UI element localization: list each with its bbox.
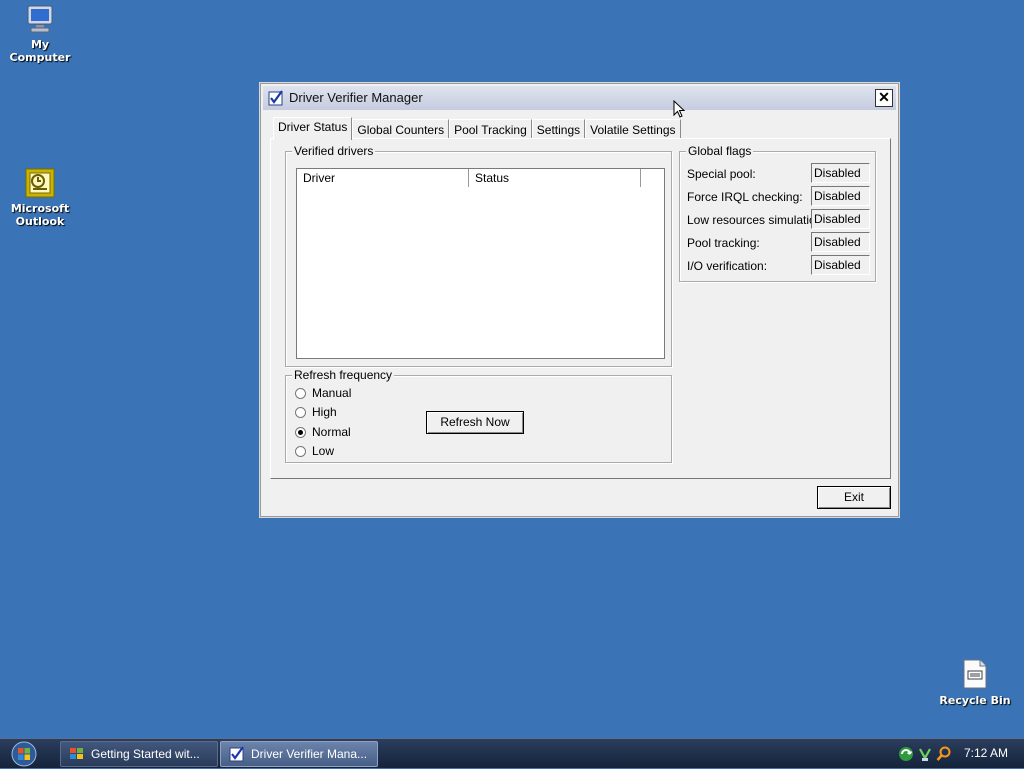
tab-driver-status[interactable]: Driver Status [273, 117, 353, 140]
desktop-icon-label: My Computer [9, 38, 71, 64]
taskbar-button-label: Getting Started wit... [91, 747, 200, 761]
list-header: Driver Status [297, 169, 664, 187]
radio-button-checked[interactable] [295, 426, 306, 438]
taskbar-button-driver-verifier[interactable]: Driver Verifier Mana... [220, 741, 378, 767]
refresh-frequency-group: Refresh frequency Manual High Normal Low… [285, 368, 672, 463]
radio-manual[interactable]: Manual [295, 385, 351, 401]
desktop-icon-my-computer[interactable]: My Computer [0, 4, 80, 64]
taskbar-button-getting-started[interactable]: Getting Started wit... [60, 741, 218, 767]
flag-value-pool-tracking: Disabled [811, 232, 870, 252]
verifier-app-icon [268, 90, 283, 106]
window-titlebar[interactable]: Driver Verifier Manager ✕ [263, 86, 896, 110]
driver-status-panel: Verified drivers Driver Status Refresh f… [270, 138, 891, 479]
radio-low[interactable]: Low [295, 443, 334, 459]
flag-label-special-pool: Special pool: [687, 167, 756, 181]
driver-verifier-window: Driver Verifier Manager ✕ Driver Status … [260, 83, 899, 517]
desktop-icon-label: Microsoft Outlook [10, 202, 70, 228]
start-orb-icon[interactable] [9, 741, 39, 767]
taskbar: Getting Started wit... Driver Verifier M… [0, 738, 1024, 768]
close-button[interactable]: ✕ [875, 89, 893, 107]
mouse-cursor-icon [673, 100, 686, 118]
verifier-app-icon [229, 746, 244, 762]
radio-label: High [312, 405, 337, 419]
column-header-status[interactable]: Status [469, 169, 641, 187]
verified-drivers-list[interactable]: Driver Status [296, 168, 665, 359]
flag-label-force-irql: Force IRQL checking: [687, 190, 803, 204]
tab-strip: Driver Status Global Counters Pool Track… [273, 117, 681, 140]
radio-button[interactable] [295, 387, 306, 399]
flag-value-special-pool: Disabled [811, 163, 870, 183]
refresh-frequency-legend: Refresh frequency [292, 368, 395, 382]
system-tray: 7:12 AM [894, 739, 1024, 769]
flag-value-force-irql: Disabled [811, 186, 870, 206]
flag-label-pool-tracking: Pool tracking: [687, 236, 760, 250]
desktop-icon-label: Recycle Bin [939, 694, 1011, 707]
window-title: Driver Verifier Manager [289, 90, 423, 105]
tab-volatile-settings[interactable]: Volatile Settings [585, 119, 681, 139]
recycle-bin-icon [963, 659, 987, 689]
refresh-now-button[interactable]: Refresh Now [426, 411, 524, 434]
sync-icon[interactable] [898, 746, 914, 762]
column-header-filler [641, 169, 664, 187]
radio-label: Low [312, 444, 335, 458]
windows-flag-icon [70, 748, 83, 759]
radio-label: Manual [312, 386, 352, 400]
global-flags-group: Global flags Special pool: Disabled Forc… [679, 144, 876, 282]
radio-normal[interactable]: Normal [295, 424, 351, 440]
network-icon[interactable] [917, 746, 933, 762]
flag-label-io-verification: I/O verification: [687, 259, 768, 273]
tab-global-counters[interactable]: Global Counters [352, 119, 450, 139]
clock[interactable]: 7:12 AM [964, 746, 1008, 760]
search-icon[interactable] [936, 746, 952, 762]
tab-settings[interactable]: Settings [531, 119, 586, 139]
taskbar-button-label: Driver Verifier Mana... [251, 747, 368, 761]
flag-label-low-resources: Low resources simulation: [687, 213, 826, 227]
outlook-icon [25, 168, 55, 198]
desktop-icon-recycle-bin[interactable]: Recycle Bin [935, 658, 1015, 707]
radio-button[interactable] [295, 445, 306, 457]
computer-icon [27, 5, 53, 33]
radio-label: Normal [312, 425, 351, 439]
radio-button[interactable] [295, 406, 306, 418]
tab-pool-tracking[interactable]: Pool Tracking [449, 119, 532, 139]
column-header-driver[interactable]: Driver [297, 169, 469, 187]
flag-value-low-resources: Disabled [811, 209, 870, 229]
flag-value-io-verification: Disabled [811, 255, 870, 275]
radio-high[interactable]: High [295, 404, 337, 420]
global-flags-legend: Global flags [686, 144, 754, 158]
desktop-icon-outlook[interactable]: Microsoft Outlook [0, 168, 80, 228]
verified-drivers-group: Verified drivers Driver Status [285, 144, 672, 367]
exit-button[interactable]: Exit [817, 486, 891, 509]
verified-drivers-legend: Verified drivers [292, 144, 376, 158]
